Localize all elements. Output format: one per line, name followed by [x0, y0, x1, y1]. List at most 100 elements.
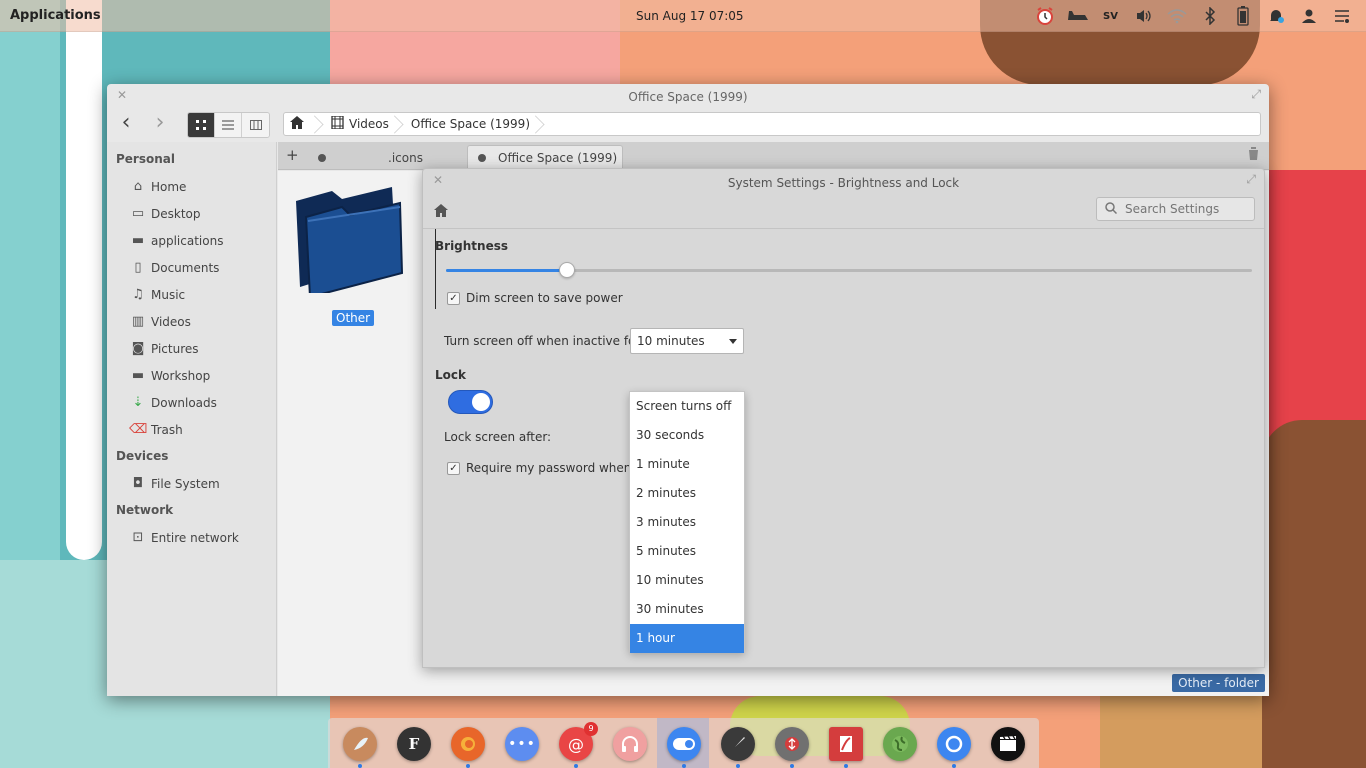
network-icon: ⊡ — [132, 530, 144, 545]
system-menu-icon[interactable] — [1325, 4, 1358, 28]
chevron-down-icon — [729, 339, 737, 344]
maximize-icon[interactable]: ⤢ — [1251, 87, 1261, 102]
lock-toggle[interactable] — [448, 390, 493, 414]
sidebar-item-pictures[interactable]: ◙ Pictures — [107, 335, 276, 362]
home-icon — [290, 115, 304, 133]
alarm-clock-icon[interactable] — [1028, 4, 1061, 28]
dim-screen-label: Dim screen to save power — [466, 291, 623, 305]
sidebar-item-workshop[interactable]: ▬ Workshop — [107, 362, 276, 389]
volume-icon[interactable] — [1127, 4, 1160, 28]
trash-icon[interactable] — [1248, 147, 1259, 164]
sidebar-item-music[interactable]: ♫ Music — [107, 281, 276, 308]
folder-icon[interactable] — [292, 187, 404, 299]
tab-bar: + .icons Office Space (1999) — [278, 142, 1269, 170]
sidebar-item-trash[interactable]: ⌫ Trash — [107, 416, 276, 443]
sidebar-item-home[interactable]: ⌂ Home — [107, 173, 276, 200]
flight-mode-icon[interactable] — [1061, 4, 1094, 28]
search-icon — [1105, 201, 1118, 217]
folder-icon: ▬ — [131, 368, 145, 383]
headphones-icon[interactable] — [613, 727, 647, 761]
files-app-icon[interactable] — [343, 727, 377, 761]
font-viewer-icon[interactable]: F — [397, 727, 431, 761]
running-indicator — [790, 764, 794, 768]
sidebar-item-file-system[interactable]: ◘ File System — [107, 470, 276, 497]
sidebar-item-label: Music — [151, 287, 186, 302]
document-viewer-icon[interactable] — [829, 727, 863, 761]
applications-menu[interactable]: Applications — [10, 8, 101, 23]
path-bar[interactable]: Videos Office Space (1999) — [283, 112, 1261, 136]
breadcrumb-home[interactable] — [284, 113, 317, 135]
sidebar-item-label: Videos — [151, 314, 191, 329]
firefox-icon[interactable] — [451, 727, 485, 761]
globe-icon[interactable] — [883, 727, 917, 761]
sidebar-item-videos[interactable]: ▥ Videos — [107, 308, 276, 335]
video-player-icon[interactable] — [991, 727, 1025, 761]
new-tab-button[interactable]: + — [286, 146, 299, 164]
icon-view-button[interactable] — [188, 113, 215, 137]
document-icon: ▯ — [134, 260, 142, 275]
maximize-icon[interactable]: ⤢ — [1246, 172, 1256, 187]
slider-handle[interactable] — [558, 262, 575, 278]
bluetooth-icon[interactable] — [1193, 4, 1226, 28]
file-manager-titlebar[interactable]: ✕ Office Space (1999) ⤢ — [107, 84, 1269, 110]
keyboard-layout-indicator[interactable]: SV — [1094, 4, 1127, 28]
dropdown-option[interactable]: 10 minutes — [630, 566, 744, 595]
wallpaper-shape — [1262, 420, 1366, 768]
settings-body: Brightness ✓ Dim screen to save power Tu… — [435, 229, 1252, 667]
tab-office-space[interactable]: Office Space (1999) — [467, 145, 623, 170]
dropdown-option-selected[interactable]: 1 hour — [630, 624, 744, 653]
lock-heading: Lock — [435, 368, 466, 382]
more-icon[interactable]: ••• — [505, 727, 539, 761]
wifi-icon[interactable] — [1160, 4, 1193, 28]
require-password-checkbox[interactable]: ✓ — [447, 461, 460, 475]
back-button[interactable]: ‹ — [113, 112, 139, 136]
wallpaper-shape — [0, 0, 60, 640]
dropdown-option[interactable]: 3 minutes — [630, 508, 744, 537]
dropdown-option[interactable]: Screen turns off — [630, 392, 744, 421]
lock-after-dropdown: Screen turns off 30 seconds 1 minute 2 m… — [629, 391, 745, 653]
settings-titlebar[interactable]: ✕ System Settings - Brightness and Lock … — [423, 169, 1264, 197]
home-icon[interactable] — [434, 203, 448, 221]
settings-toggle-icon[interactable] — [667, 727, 701, 761]
list-view-button[interactable] — [215, 113, 242, 137]
breadcrumb-item[interactable]: Videos — [317, 113, 397, 135]
sidebar-item-downloads[interactable]: ⇣ Downloads — [107, 389, 276, 416]
file-item-label[interactable]: Other — [332, 310, 375, 326]
circle-app-icon[interactable] — [937, 727, 971, 761]
column-view-button[interactable] — [242, 113, 269, 137]
search-field[interactable] — [1096, 197, 1255, 221]
transfer-icon[interactable] — [775, 727, 809, 761]
notifications-icon[interactable] — [1259, 4, 1292, 28]
folder-icon: ▬ — [131, 233, 145, 248]
running-indicator — [736, 764, 740, 768]
sidebar-item-documents[interactable]: ▯ Documents — [107, 254, 276, 281]
dropdown-option[interactable]: 30 seconds — [630, 421, 744, 450]
dropdown-option[interactable]: 5 minutes — [630, 537, 744, 566]
battery-icon[interactable] — [1226, 4, 1259, 28]
close-tab-icon[interactable] — [318, 153, 326, 162]
dropdown-option[interactable]: 2 minutes — [630, 479, 744, 508]
forward-button[interactable]: › — [147, 112, 173, 136]
brightness-slider[interactable] — [446, 262, 1252, 278]
require-password-row[interactable]: ✓ Require my password when wa — [447, 461, 652, 475]
dropdown-option[interactable]: 30 minutes — [630, 595, 744, 624]
dim-screen-checkbox[interactable]: ✓ — [447, 291, 460, 305]
breadcrumb-label: Office Space (1999) — [410, 117, 531, 131]
screen-off-select[interactable]: 10 minutes — [630, 328, 744, 354]
close-tab-icon[interactable] — [478, 154, 486, 162]
sidebar-item-desktop[interactable]: ▭ Desktop — [107, 200, 276, 227]
sidebar-item-applications[interactable]: ▬ applications — [107, 227, 276, 254]
running-indicator — [574, 764, 578, 768]
user-icon[interactable] — [1292, 4, 1325, 28]
breadcrumb-item[interactable]: Office Space (1999) — [397, 113, 538, 135]
sidebar-item-entire-network[interactable]: ⊡ Entire network — [107, 524, 276, 551]
dim-screen-row[interactable]: ✓ Dim screen to save power — [447, 291, 623, 305]
sidebar-item-label: Documents — [151, 260, 220, 275]
mail-icon[interactable]: @ 9 — [559, 722, 598, 761]
brush-icon[interactable] — [721, 727, 755, 761]
clock[interactable]: Sun Aug 17 07:05 — [636, 9, 744, 23]
camera-icon: ◙ — [131, 341, 145, 356]
tab-icons[interactable]: .icons — [308, 145, 458, 170]
dropdown-option[interactable]: 1 minute — [630, 450, 744, 479]
search-input[interactable] — [1125, 202, 1245, 216]
